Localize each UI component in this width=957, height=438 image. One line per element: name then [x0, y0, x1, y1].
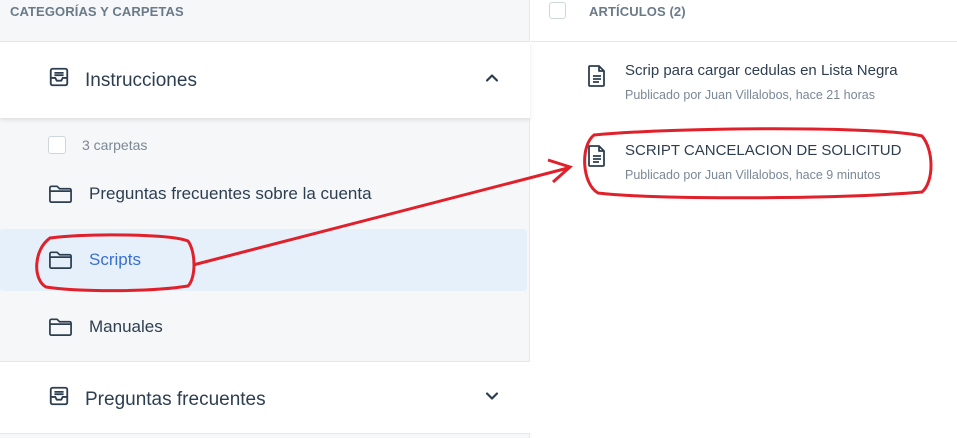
category-label: Instrucciones — [85, 70, 197, 91]
article-meta: Publicado por Juan Villalobos, hace 21 h… — [625, 88, 875, 102]
categories-panel: CATEGORÍAS Y CARPETAS Instrucciones 3 ca… — [0, 0, 530, 438]
category-instrucciones[interactable]: Instrucciones — [0, 42, 530, 118]
categories-header: CATEGORÍAS Y CARPETAS — [10, 3, 184, 19]
folder-item-manuales[interactable]: Manuales — [0, 296, 527, 358]
article-title[interactable]: Scrip para cargar cedulas en Lista Negra — [625, 62, 898, 79]
inbox-icon — [49, 386, 69, 406]
header-divider — [531, 41, 957, 42]
folder-label: Scripts — [89, 250, 141, 269]
articles-header-row: ARTÍCULOS (2) — [549, 0, 686, 32]
document-icon — [588, 145, 605, 167]
category-preguntas-frecuentes[interactable]: Preguntas frecuentes — [0, 361, 530, 434]
folder-label: Manuales — [89, 317, 163, 336]
category-label: Preguntas frecuentes — [85, 389, 266, 410]
folder-count-label: 3 carpetas — [82, 137, 148, 153]
folder-icon — [49, 185, 72, 204]
document-icon — [588, 65, 605, 87]
chevron-up-icon[interactable] — [484, 70, 500, 86]
folder-icon — [49, 318, 72, 337]
articles-header: ARTÍCULOS (2) — [589, 3, 686, 19]
chevron-down-icon[interactable] — [484, 388, 500, 404]
select-all-articles-checkbox[interactable] — [549, 2, 566, 19]
article-title[interactable]: SCRIPT CANCELACION DE SOLICITUD — [625, 142, 901, 159]
folder-label: Preguntas frecuentes sobre la cuenta — [89, 184, 372, 203]
folder-item-scripts[interactable]: Scripts — [0, 229, 527, 291]
folder-icon — [49, 251, 72, 270]
article-meta: Publicado por Juan Villalobos, hace 9 mi… — [625, 168, 881, 182]
select-all-folders-checkbox[interactable] — [48, 136, 66, 154]
inbox-icon — [49, 67, 69, 87]
folder-item-preguntas-cuenta[interactable]: Preguntas frecuentes sobre la cuenta — [0, 163, 527, 225]
articles-panel: ARTÍCULOS (2) Scrip para cargar cedulas … — [531, 0, 957, 438]
folder-count-row: 3 carpetas — [48, 136, 147, 154]
